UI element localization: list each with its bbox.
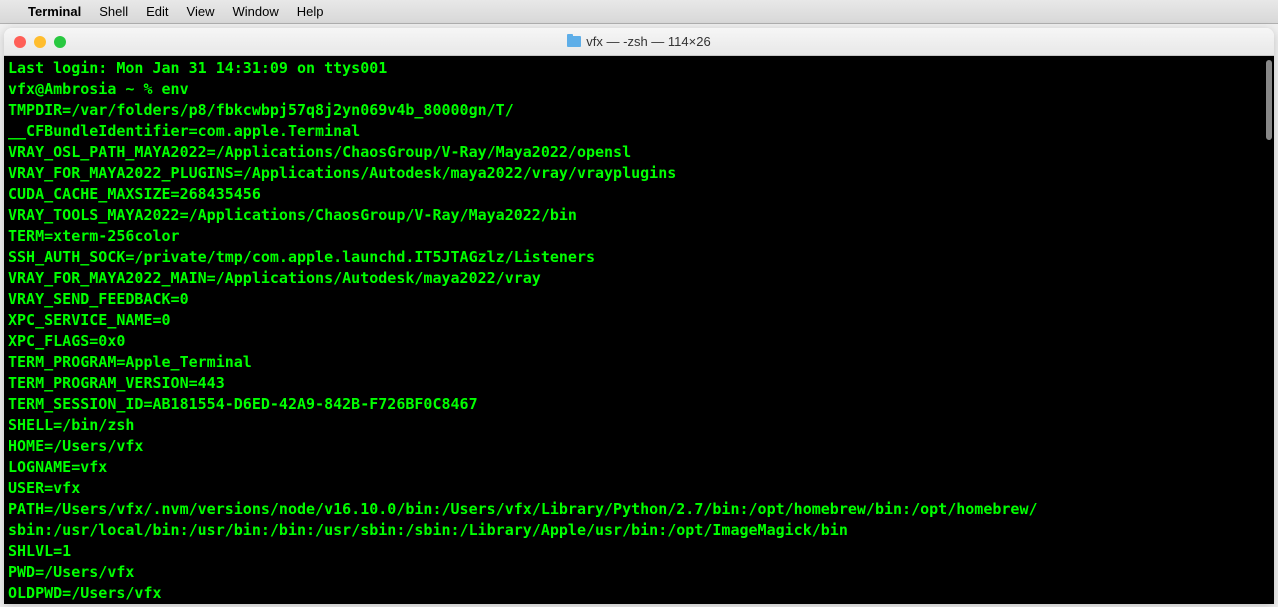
terminal-line: vfx@Ambrosia ~ % env xyxy=(8,79,1270,100)
terminal-line: TMPDIR=/var/folders/p8/fbkcwbpj57q8j2yn0… xyxy=(8,100,1270,121)
window-menu[interactable]: Window xyxy=(233,4,279,19)
terminal-line: XPC_FLAGS=0x0 xyxy=(8,331,1270,352)
terminal-line: SHELL=/bin/zsh xyxy=(8,415,1270,436)
edit-menu[interactable]: Edit xyxy=(146,4,168,19)
terminal-line: VRAY_FOR_MAYA2022_MAIN=/Applications/Aut… xyxy=(8,268,1270,289)
close-button[interactable] xyxy=(14,36,26,48)
view-menu[interactable]: View xyxy=(187,4,215,19)
folder-icon xyxy=(567,36,581,47)
maximize-button[interactable] xyxy=(54,36,66,48)
system-menubar: Terminal Shell Edit View Window Help xyxy=(0,0,1278,24)
window-title-text: vfx — -zsh — 114×26 xyxy=(586,34,710,49)
traffic-lights xyxy=(14,36,66,48)
terminal-line: OLDPWD=/Users/vfx xyxy=(8,583,1270,604)
app-menu[interactable]: Terminal xyxy=(28,4,81,19)
terminal-line: LOGNAME=vfx xyxy=(8,457,1270,478)
terminal-window: vfx — -zsh — 114×26 Last login: Mon Jan … xyxy=(4,28,1274,604)
terminal-line: Last login: Mon Jan 31 14:31:09 on ttys0… xyxy=(8,58,1270,79)
help-menu[interactable]: Help xyxy=(297,4,324,19)
terminal-line: VRAY_OSL_PATH_MAYA2022=/Applications/Cha… xyxy=(8,142,1270,163)
terminal-line: TERM_PROGRAM_VERSION=443 xyxy=(8,373,1270,394)
terminal-line: VRAY_FOR_MAYA2022_PLUGINS=/Applications/… xyxy=(8,163,1270,184)
terminal-output[interactable]: Last login: Mon Jan 31 14:31:09 on ttys0… xyxy=(4,56,1274,604)
terminal-line: SHLVL=1 xyxy=(8,541,1270,562)
scrollbar-thumb[interactable] xyxy=(1266,60,1272,140)
terminal-line: TERM_PROGRAM=Apple_Terminal xyxy=(8,352,1270,373)
minimize-button[interactable] xyxy=(34,36,46,48)
shell-menu[interactable]: Shell xyxy=(99,4,128,19)
terminal-line: PATH=/Users/vfx/.nvm/versions/node/v16.1… xyxy=(8,499,1270,520)
terminal-line: VRAY_SEND_FEEDBACK=0 xyxy=(8,289,1270,310)
terminal-line: XPC_SERVICE_NAME=0 xyxy=(8,310,1270,331)
terminal-line: PWD=/Users/vfx xyxy=(8,562,1270,583)
window-titlebar[interactable]: vfx — -zsh — 114×26 xyxy=(4,28,1274,56)
terminal-line: __CFBundleIdentifier=com.apple.Terminal xyxy=(8,121,1270,142)
terminal-line: USER=vfx xyxy=(8,478,1270,499)
terminal-line: VRAY_TOOLS_MAYA2022=/Applications/ChaosG… xyxy=(8,205,1270,226)
terminal-line: sbin:/usr/local/bin:/usr/bin:/bin:/usr/s… xyxy=(8,520,1270,541)
terminal-line: TERM_SESSION_ID=AB181554-D6ED-42A9-842B-… xyxy=(8,394,1270,415)
terminal-line: CUDA_CACHE_MAXSIZE=268435456 xyxy=(8,184,1270,205)
window-title: vfx — -zsh — 114×26 xyxy=(567,34,710,49)
terminal-line: TERM=xterm-256color xyxy=(8,226,1270,247)
terminal-line: SSH_AUTH_SOCK=/private/tmp/com.apple.lau… xyxy=(8,247,1270,268)
terminal-line: HOME=/Users/vfx xyxy=(8,436,1270,457)
